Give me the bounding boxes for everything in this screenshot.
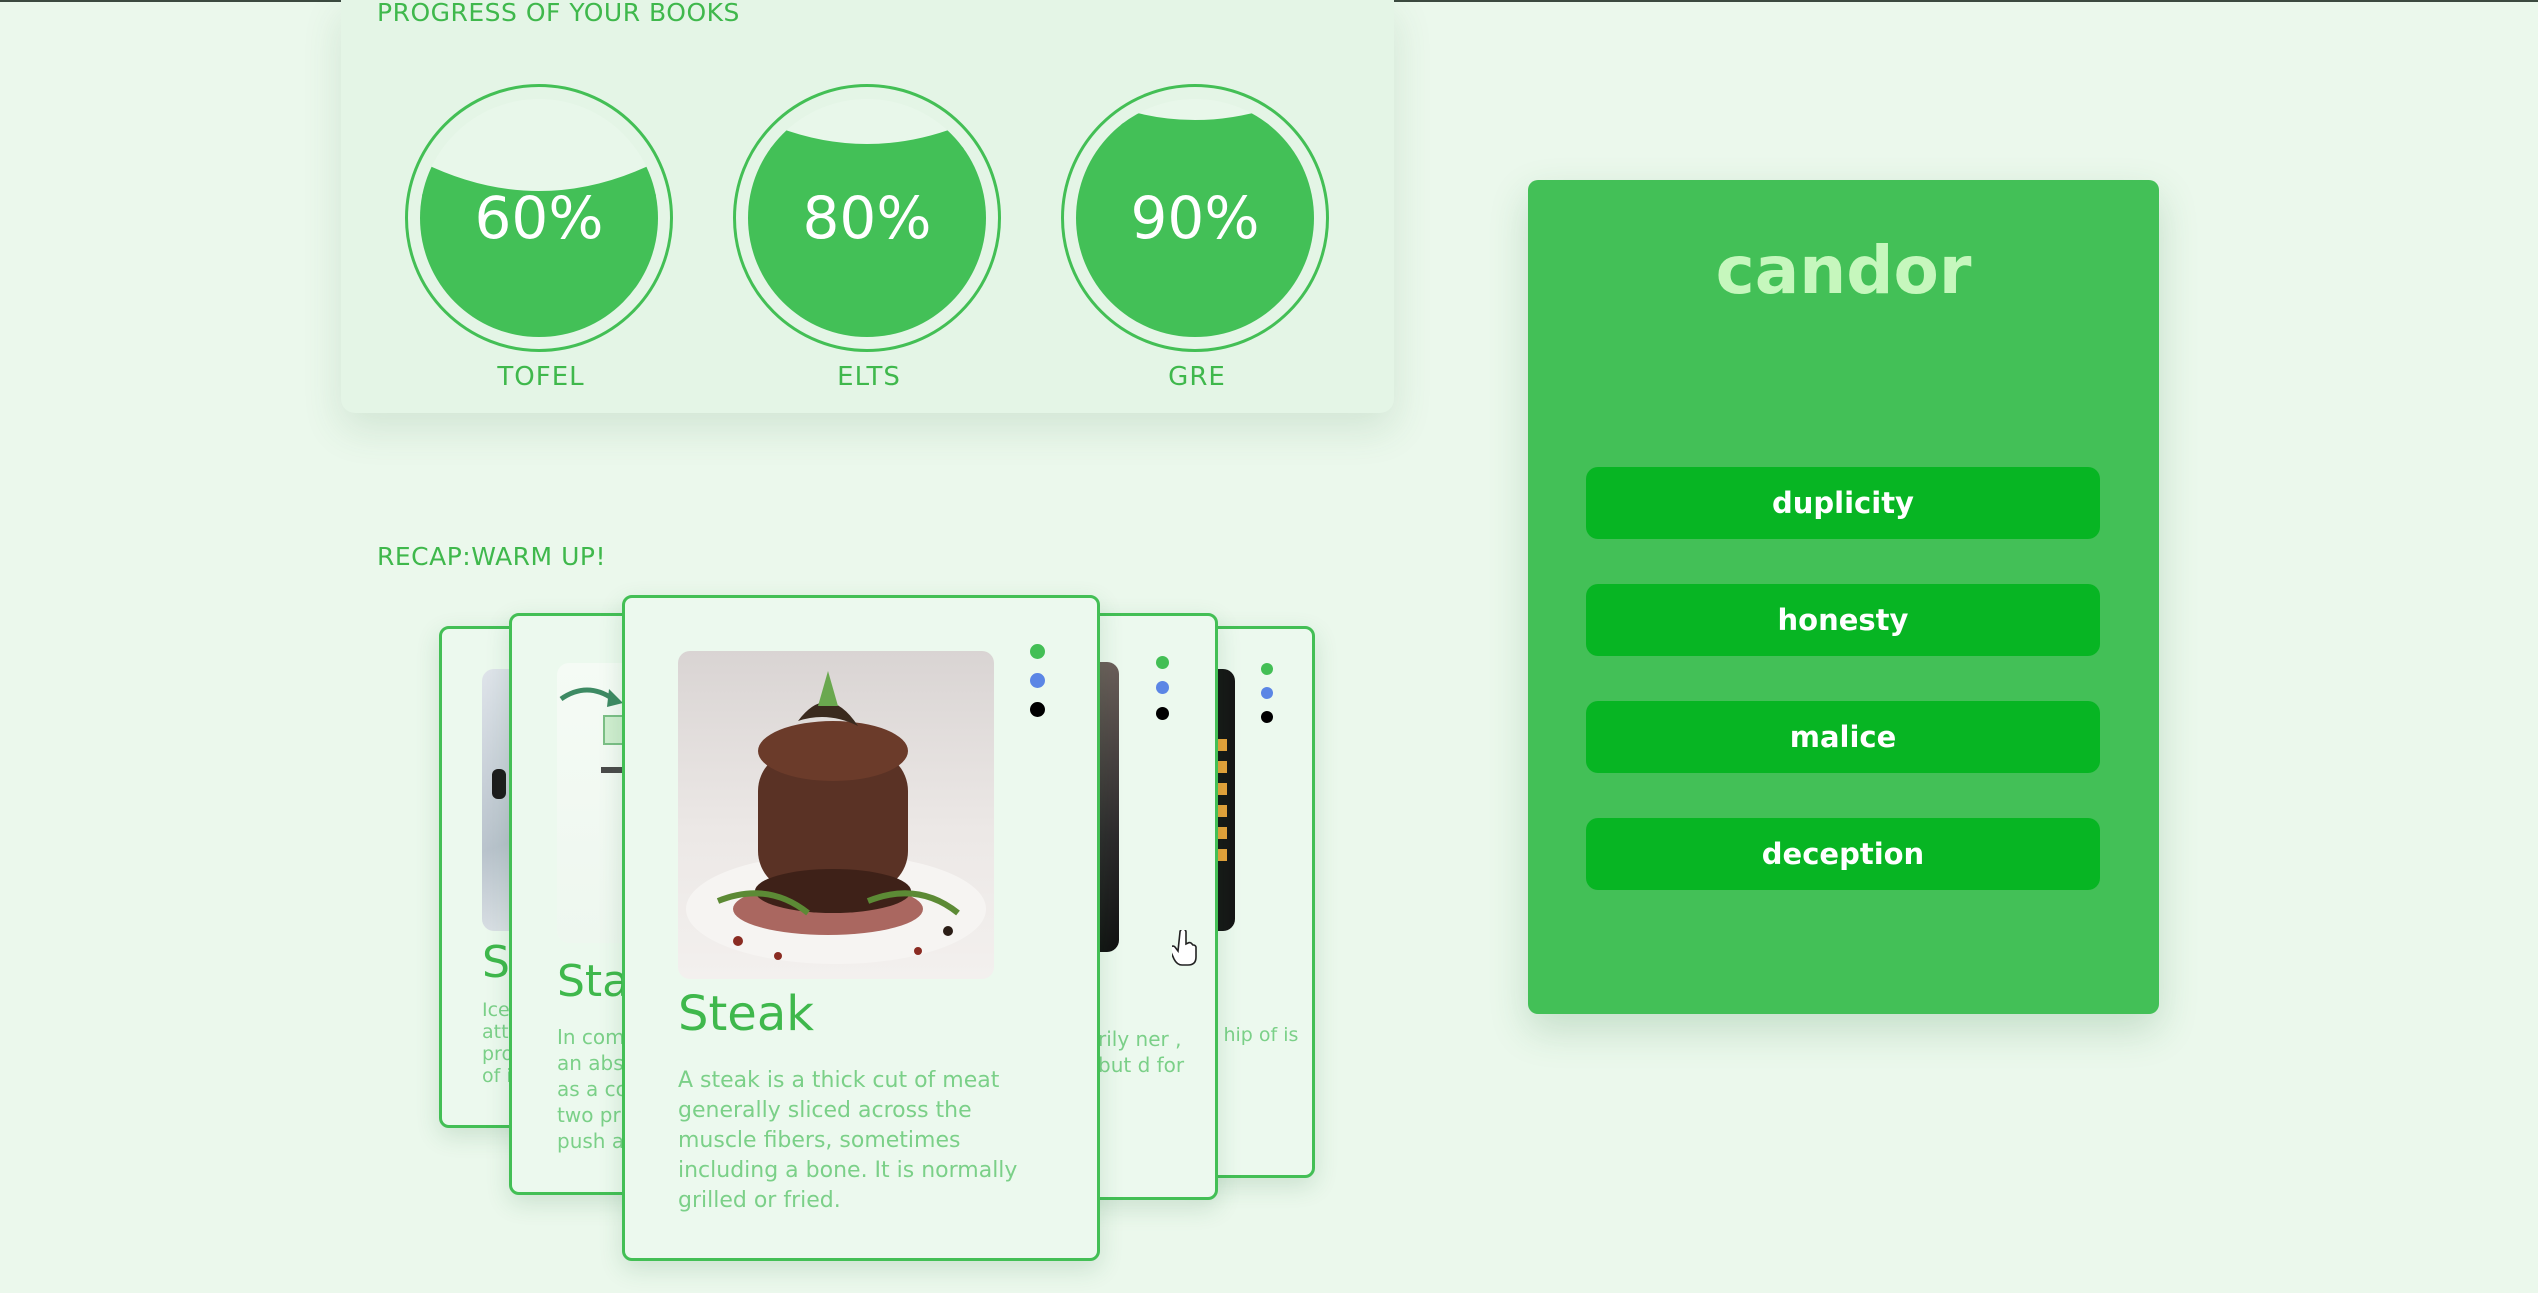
gauge-ring: 80%: [733, 84, 1001, 352]
gauge-percent: 80%: [802, 184, 932, 252]
card-dot-black: [1261, 711, 1273, 723]
card-dot-blue: [1261, 687, 1273, 699]
option-button-malice[interactable]: malice: [1586, 701, 2100, 773]
gauge-gre[interactable]: 90% GRE: [1061, 84, 1333, 392]
gauge-percent: 90%: [1130, 184, 1260, 252]
card-dot-green: [1156, 656, 1169, 669]
gauge-ring: 90%: [1061, 84, 1329, 352]
option-button-duplicity[interactable]: duplicity: [1586, 467, 2100, 539]
card-dot-blue: [1156, 681, 1169, 694]
progress-section-title: PROGRESS OF YOUR BOOKS: [377, 0, 740, 27]
flashcard-front[interactable]: Steak A steak is a thick cut of meat gen…: [622, 595, 1100, 1261]
option-button-deception[interactable]: deception: [1586, 818, 2100, 890]
card-dot-black: [1156, 707, 1169, 720]
gauge-tofel[interactable]: 60% TOFEL: [405, 84, 677, 392]
vocab-quiz-card: candor duplicity honesty malice deceptio…: [1528, 180, 2159, 1014]
card-description: rily ner , but d for: [1098, 1027, 1185, 1077]
card-description: /, hip of is: [1205, 1024, 1299, 1046]
gauge-ring: 60%: [405, 84, 673, 352]
card-title: Steak: [678, 986, 815, 1042]
recap-section-title: RECAP:WARM UP!: [377, 542, 606, 571]
card-dot-black[interactable]: [1030, 702, 1045, 717]
card-dot-blue[interactable]: [1030, 673, 1045, 688]
flashcard-right[interactable]: rily ner , but d for: [1083, 613, 1218, 1200]
card-dot-green[interactable]: [1030, 644, 1045, 659]
gauge-percent: 60%: [474, 184, 604, 252]
steak-photo: [678, 651, 994, 979]
gauge-label: TOFEL: [497, 362, 585, 392]
gauge-label: ELTS: [837, 362, 901, 392]
gauge-label: GRE: [1168, 362, 1226, 392]
card-description: A steak is a thick cut of meat generally…: [678, 1068, 1018, 1213]
option-button-honesty[interactable]: honesty: [1586, 584, 2100, 656]
gauge-elts[interactable]: 80% ELTS: [733, 84, 1005, 392]
quiz-word: candor: [1715, 232, 1972, 309]
hand-cursor-icon: [1172, 930, 1197, 966]
card-dot-green: [1261, 663, 1273, 675]
